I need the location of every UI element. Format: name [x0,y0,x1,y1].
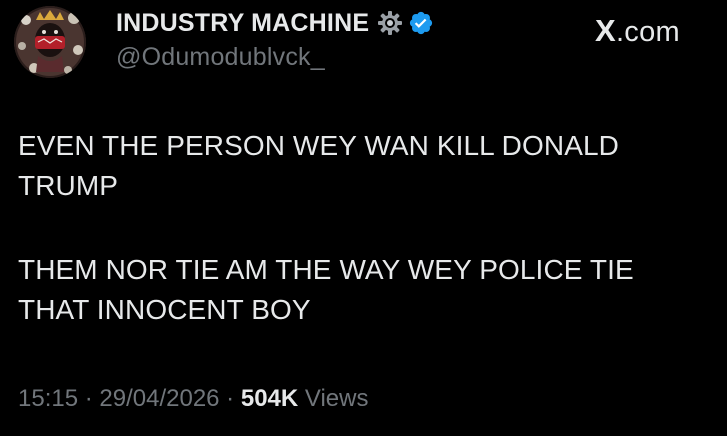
avatar-artwork [14,6,86,78]
views-count[interactable]: 504K [241,385,298,412]
views-label: Views [298,385,369,412]
avatar[interactable] [14,6,86,78]
author-handle[interactable]: @Odumodublvck_ [116,43,434,72]
tweet-paragraph-2: THEM NOR TIE AM THE WAY WEY POLICE TIE T… [18,254,634,325]
gear-icon [377,10,403,36]
tweet-time[interactable]: 15:15 [18,385,78,412]
tweet-metadata: 15:15 · 29/04/2026 · 504K Views [18,385,368,413]
meta-separator: · [219,385,241,412]
watermark-suffix: .com [615,16,680,48]
author-name-line: INDUSTRY MACHINE [116,8,434,38]
tweet-header: INDUSTRY MACHINE @Odumodublvck_ X.com [14,6,714,82]
meta-separator: · [78,385,100,412]
x-logo-icon: X [594,13,616,48]
tweet-body: EVEN THE PERSON WEY WAN KILL DONALD TRUM… [18,126,708,330]
x-com-watermark: X.com [595,13,680,49]
tweet-screenshot: INDUSTRY MACHINE @Odumodublvck_ X.com EV… [0,0,727,436]
tweet-paragraph-1: EVEN THE PERSON WEY WAN KILL DONALD TRUM… [18,130,619,201]
author-info: INDUSTRY MACHINE @Odumodublvck_ [116,8,434,72]
verified-badge-icon [408,10,434,36]
tweet-date[interactable]: 29/04/2026 [99,385,219,412]
author-display-name[interactable]: INDUSTRY MACHINE [116,9,369,38]
